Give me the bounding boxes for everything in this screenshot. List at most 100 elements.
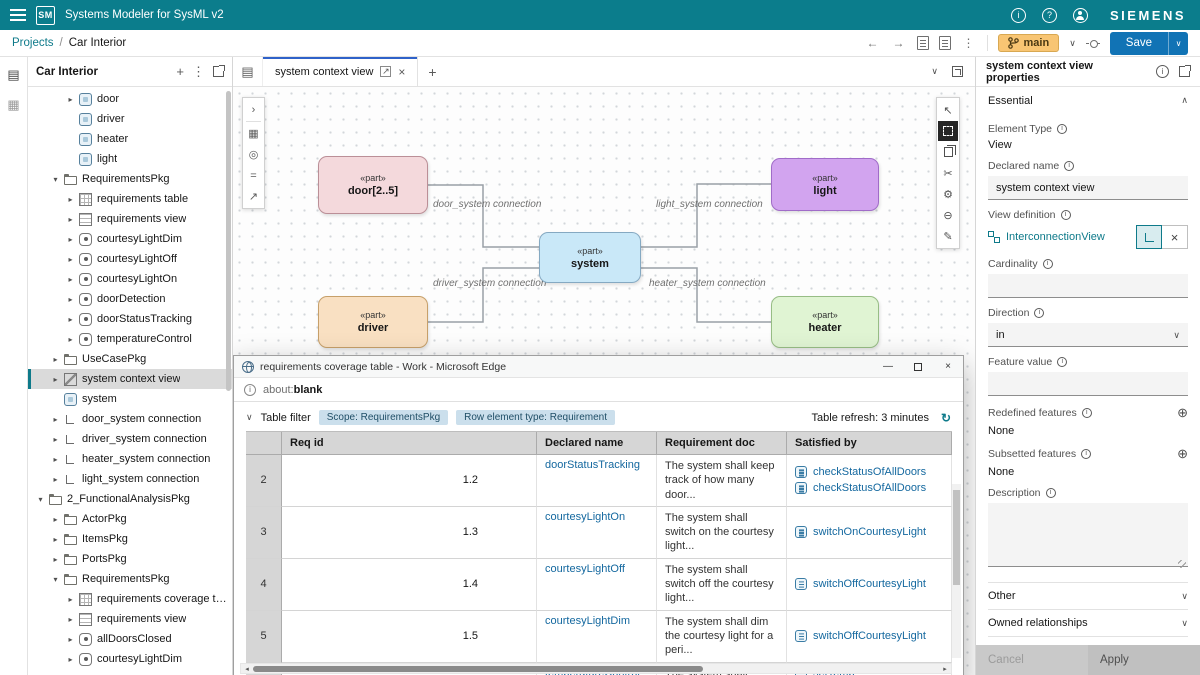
description-textarea[interactable] <box>988 503 1188 567</box>
diagram-node-heater[interactable]: «part» heater <box>771 296 879 348</box>
chevron-right-icon[interactable]: ▸ <box>49 375 62 384</box>
marquee-tool-icon[interactable] <box>938 121 958 141</box>
maximize-window-icon[interactable] <box>903 356 933 377</box>
view-definition-info-icon[interactable] <box>1061 210 1071 220</box>
chevron-right-icon[interactable]: ▸ <box>49 415 62 424</box>
explorer-overflow-icon[interactable] <box>192 64 205 80</box>
filter-collapse-icon[interactable] <box>246 412 253 423</box>
direction-select-value[interactable] <box>988 323 1188 347</box>
add-redefined-feature-icon[interactable] <box>1177 405 1188 421</box>
close-window-icon[interactable] <box>933 356 963 377</box>
tree-item-courtesylightoff[interactable]: ▸courtesyLightOff <box>28 249 232 269</box>
chevron-right-icon[interactable]: ▸ <box>49 455 62 464</box>
chevron-right-icon[interactable]: ▸ <box>64 215 77 224</box>
feature-value-info-icon[interactable] <box>1057 357 1067 367</box>
diagram-node-door[interactable]: «part» door[2..5] <box>318 156 428 214</box>
direction-info-icon[interactable] <box>1034 308 1044 318</box>
redo-forward-icon[interactable] <box>891 35 907 51</box>
library-panel-icon[interactable] <box>7 97 19 113</box>
resize-handle[interactable] <box>1178 560 1186 568</box>
satisfied-by-item[interactable]: switchOffCourtesyLight <box>795 630 943 642</box>
view-definition-link[interactable]: InterconnectionView <box>988 231 1136 243</box>
tree-item-temperaturecontrol[interactable]: ▸temperatureControl <box>28 329 232 349</box>
section-references[interactable]: References <box>988 636 1188 645</box>
anchor-tool-icon[interactable] <box>244 145 263 164</box>
tree-item-driver[interactable]: driver <box>28 109 232 129</box>
tree-item-itemspkg[interactable]: ▸ItemsPkg <box>28 529 232 549</box>
detach-properties-icon[interactable] <box>1179 66 1190 77</box>
open-in-new-icon[interactable] <box>380 66 391 77</box>
section-other[interactable]: Other <box>988 582 1188 609</box>
chevron-right-icon[interactable]: ▸ <box>64 315 77 324</box>
branch-dropdown-icon[interactable] <box>1069 38 1076 49</box>
cut-tool-icon[interactable] <box>938 163 958 183</box>
tree-item-heater[interactable]: heater <box>28 129 232 149</box>
chevron-right-icon[interactable]: ▸ <box>49 435 62 444</box>
tree-item-system-context-view[interactable]: ▸system context view <box>28 369 232 389</box>
constraint-tool-icon[interactable] <box>244 166 263 185</box>
detach-panel-icon[interactable] <box>213 66 224 77</box>
chevron-right-icon[interactable]: ▸ <box>64 255 77 264</box>
commit-compare-icon[interactable] <box>1086 36 1100 50</box>
satisfied-by-link[interactable]: checkStatusOfAllDoors <box>813 466 926 478</box>
tree-item-portspkg[interactable]: ▸PortsPkg <box>28 549 232 569</box>
tree-item-doorstatustracking[interactable]: ▸doorStatusTracking <box>28 309 232 329</box>
chevron-right-icon[interactable]: ▸ <box>49 535 62 544</box>
properties-info-icon[interactable] <box>1156 65 1169 78</box>
copy-tool-icon[interactable] <box>938 142 958 162</box>
declared-name-link[interactable]: doorStatusTracking <box>545 459 640 471</box>
add-subsetted-feature-icon[interactable] <box>1177 446 1188 462</box>
edge-browser-window[interactable]: requirements coverage table - Work - Mic… <box>233 355 964 675</box>
apply-button[interactable]: Apply <box>1088 645 1200 675</box>
tree-item-requirementspkg[interactable]: ▾RequirementsPkg <box>28 169 232 189</box>
diagram-settings-icon[interactable] <box>938 184 958 204</box>
chevron-down-icon[interactable]: ▾ <box>34 495 47 504</box>
declared-name-link[interactable]: courtesyLightOff <box>545 563 625 575</box>
tree-item-courtesylightdim[interactable]: ▸courtesyLightDim <box>28 229 232 249</box>
save-button[interactable]: Save <box>1110 32 1168 55</box>
chevron-right-icon[interactable]: ▸ <box>64 655 77 664</box>
chevron-right-icon[interactable]: ▸ <box>64 335 77 344</box>
chevron-right-icon[interactable]: ▸ <box>49 475 62 484</box>
tree-item-doordetection[interactable]: ▸doorDetection <box>28 289 232 309</box>
element-type-info-icon[interactable] <box>1057 124 1067 134</box>
tree-item-heater-system-connection[interactable]: ▸heater_system connection <box>28 449 232 469</box>
browser-titlebar[interactable]: requirements coverage table - Work - Mic… <box>234 356 963 378</box>
direction-select[interactable] <box>988 323 1188 347</box>
diagram-canvas[interactable]: «part» door[2..5] «part» light «part» sy… <box>233 87 975 675</box>
document-panel-icon[interactable] <box>917 36 929 50</box>
chevron-right-icon[interactable]: ▸ <box>64 595 77 604</box>
section-owned-relationships[interactable]: Owned relationships <box>988 609 1188 636</box>
feature-value-input[interactable] <box>988 372 1188 396</box>
horizontal-scroll-thumb[interactable] <box>253 666 703 672</box>
col-header-req-id[interactable]: Req id <box>282 432 537 455</box>
remove-element-icon[interactable] <box>938 205 958 225</box>
tree-item-courtesylighton[interactable]: ▸courtesyLightOn <box>28 269 232 289</box>
add-element-icon[interactable] <box>176 64 184 79</box>
satisfied-by-item[interactable]: switchOnCourtesyLight <box>795 526 943 538</box>
select-tool-icon[interactable] <box>938 100 958 120</box>
scope-filter-badge[interactable]: Scope: RequirementsPkg <box>319 410 448 425</box>
tree-item-courtesylightdim[interactable]: ▸courtesyLightDim <box>28 649 232 669</box>
tree-item-light[interactable]: light <box>28 149 232 169</box>
tree-item-system[interactable]: system <box>28 389 232 409</box>
door-system-connector[interactable] <box>428 185 539 247</box>
tree-item-light-system-connection[interactable]: ▸light_system connection <box>28 469 232 489</box>
clear-view-definition-button[interactable] <box>1162 225 1188 249</box>
page-info-icon[interactable]: i <box>244 384 256 396</box>
requirement-row[interactable]: 41.4courtesyLightOffThe system shall swi… <box>246 559 952 611</box>
diagram-node-light[interactable]: «part» light <box>771 158 879 211</box>
model-tree-icon[interactable] <box>7 67 19 83</box>
chevron-right-icon[interactable]: ▸ <box>64 235 77 244</box>
tree-item-requirements-coverage-table[interactable]: ▸requirements coverage table <box>28 589 232 609</box>
row-type-filter-badge[interactable]: Row element type: Requirement <box>456 410 615 425</box>
declared-name-input[interactable] <box>988 176 1188 200</box>
requirement-row[interactable]: 21.2doorStatusTrackingThe system shall k… <box>246 455 952 507</box>
browse-view-definition-button[interactable] <box>1136 225 1162 249</box>
col-header-requirement-doc[interactable]: Requirement doc <box>657 432 787 455</box>
tree-item-actorpkg[interactable]: ▸ActorPkg <box>28 509 232 529</box>
dependency-tool-icon[interactable] <box>244 187 263 206</box>
tree-item-door[interactable]: ▸door <box>28 89 232 109</box>
chevron-right-icon[interactable]: ▸ <box>49 555 62 564</box>
hamburger-menu-icon[interactable] <box>10 9 26 21</box>
